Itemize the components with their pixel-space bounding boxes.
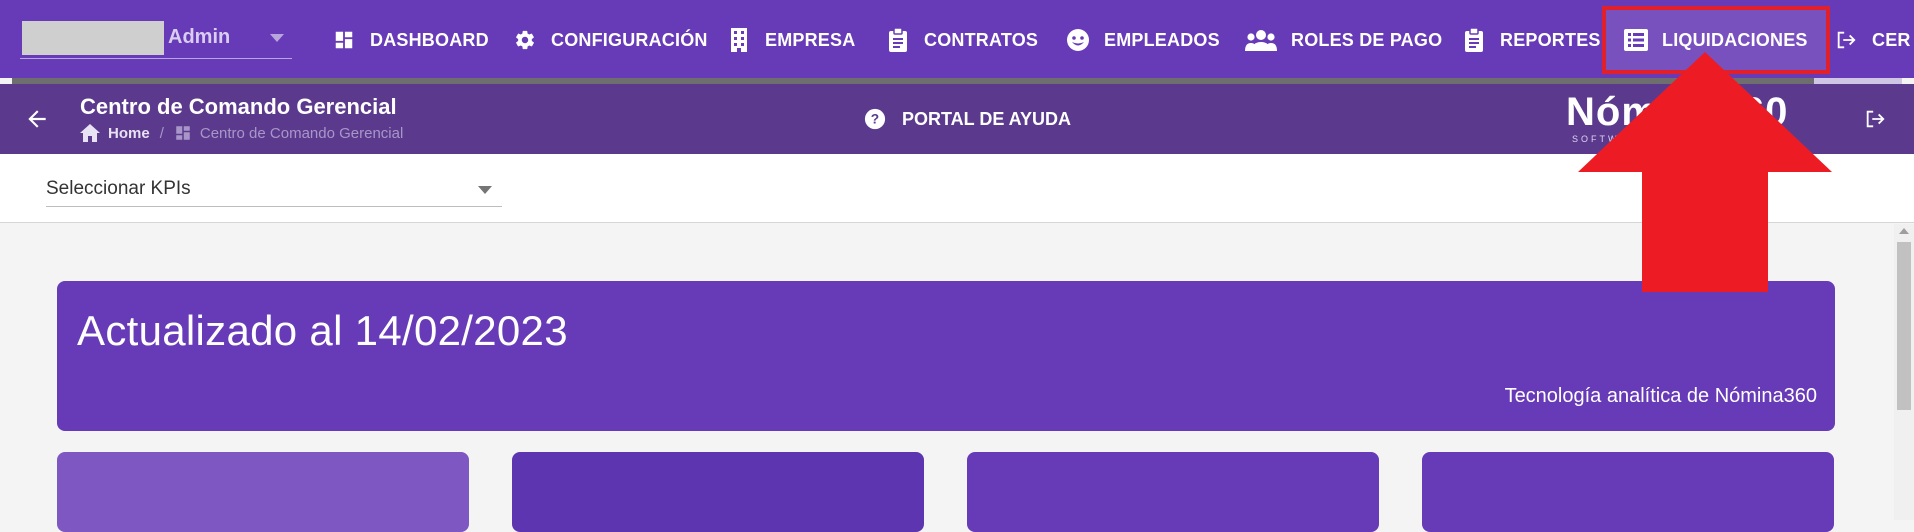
- user-select[interactable]: Admin: [20, 20, 292, 59]
- nav-configuracion[interactable]: CONFIGURACIÓN: [513, 22, 708, 58]
- nav-label: CONTRATOS: [924, 29, 1039, 50]
- scrollbar-thumb[interactable]: [1897, 242, 1911, 410]
- logout-icon: [1834, 28, 1858, 52]
- kpi-card[interactable]: [57, 452, 469, 532]
- dashboard-icon: [174, 124, 192, 142]
- breadcrumb-current: Centro de Comando Gerencial: [199, 124, 404, 142]
- nav-dashboard[interactable]: DASHBOARD: [332, 22, 489, 58]
- chevron-down-icon: [478, 186, 492, 194]
- user-role-label: Admin: [168, 26, 231, 48]
- nav-label: ROLES DE PAGO: [1291, 29, 1443, 50]
- banner-title: Actualizado al 14/02/2023: [77, 307, 568, 354]
- building-icon: [727, 28, 751, 52]
- clipboard-icon: [1462, 28, 1486, 52]
- breadcrumb: Home / Centro de Comando Gerencial: [80, 124, 403, 142]
- nav-roles-de-pago[interactable]: ROLES DE PAGO: [1245, 22, 1442, 58]
- face-icon: [1066, 28, 1090, 52]
- logout-icon[interactable]: [1864, 108, 1886, 130]
- breadcrumb-home[interactable]: Home: [108, 125, 150, 142]
- help-circle-icon: ?: [864, 108, 886, 130]
- kpi-card[interactable]: [1422, 452, 1834, 532]
- nav-empleados[interactable]: EMPLEADOS: [1066, 22, 1220, 58]
- nav-contratos[interactable]: CONTRATOS: [886, 22, 1038, 58]
- nav-label: CONFIGURACIÓN: [551, 29, 708, 50]
- help-portal-link[interactable]: ? PORTAL DE AYUDA: [864, 108, 1071, 130]
- nav-label: LIQUIDACIONES: [1662, 29, 1808, 50]
- banner-subtitle: Tecnología analítica de Nómina360: [1504, 385, 1817, 407]
- kpi-card[interactable]: [512, 452, 924, 532]
- page-title: Centro de Comando Gerencial: [80, 94, 397, 119]
- gear-icon: [513, 28, 537, 52]
- chevron-down-icon: [270, 34, 284, 42]
- kpi-card[interactable]: [967, 452, 1379, 532]
- update-banner: Actualizado al 14/02/2023 Tecnología ana…: [57, 281, 1835, 431]
- svg-text:?: ?: [871, 112, 879, 127]
- dashboard-icon: [332, 28, 356, 52]
- nav-label: REPORTES: [1500, 29, 1601, 50]
- kpi-select[interactable]: Seleccionar KPIs: [46, 172, 502, 207]
- kpi-select-label: Seleccionar KPIs: [46, 178, 191, 199]
- nav-label: EMPRESA: [765, 29, 856, 50]
- vertical-scrollbar[interactable]: [1894, 224, 1914, 520]
- nav-empresa[interactable]: EMPRESA: [727, 22, 855, 58]
- annotation-arrow-icon: [1574, 50, 1836, 294]
- nav-cerrar-sesion[interactable]: CER: [1834, 22, 1911, 58]
- clipboard-icon: [886, 28, 910, 52]
- nav-label: EMPLEADOS: [1104, 29, 1220, 50]
- breadcrumb-separator: /: [159, 124, 164, 142]
- home-icon[interactable]: [80, 124, 100, 142]
- nav-label: DASHBOARD: [370, 29, 489, 50]
- list-icon: [1624, 28, 1648, 52]
- user-name-redacted: [22, 21, 164, 55]
- nav-label: CER: [1872, 29, 1911, 50]
- group-icon: [1245, 28, 1277, 52]
- help-portal-label: PORTAL DE AYUDA: [902, 108, 1072, 129]
- back-arrow-icon[interactable]: [24, 106, 50, 132]
- scroll-up-icon[interactable]: [1899, 228, 1909, 234]
